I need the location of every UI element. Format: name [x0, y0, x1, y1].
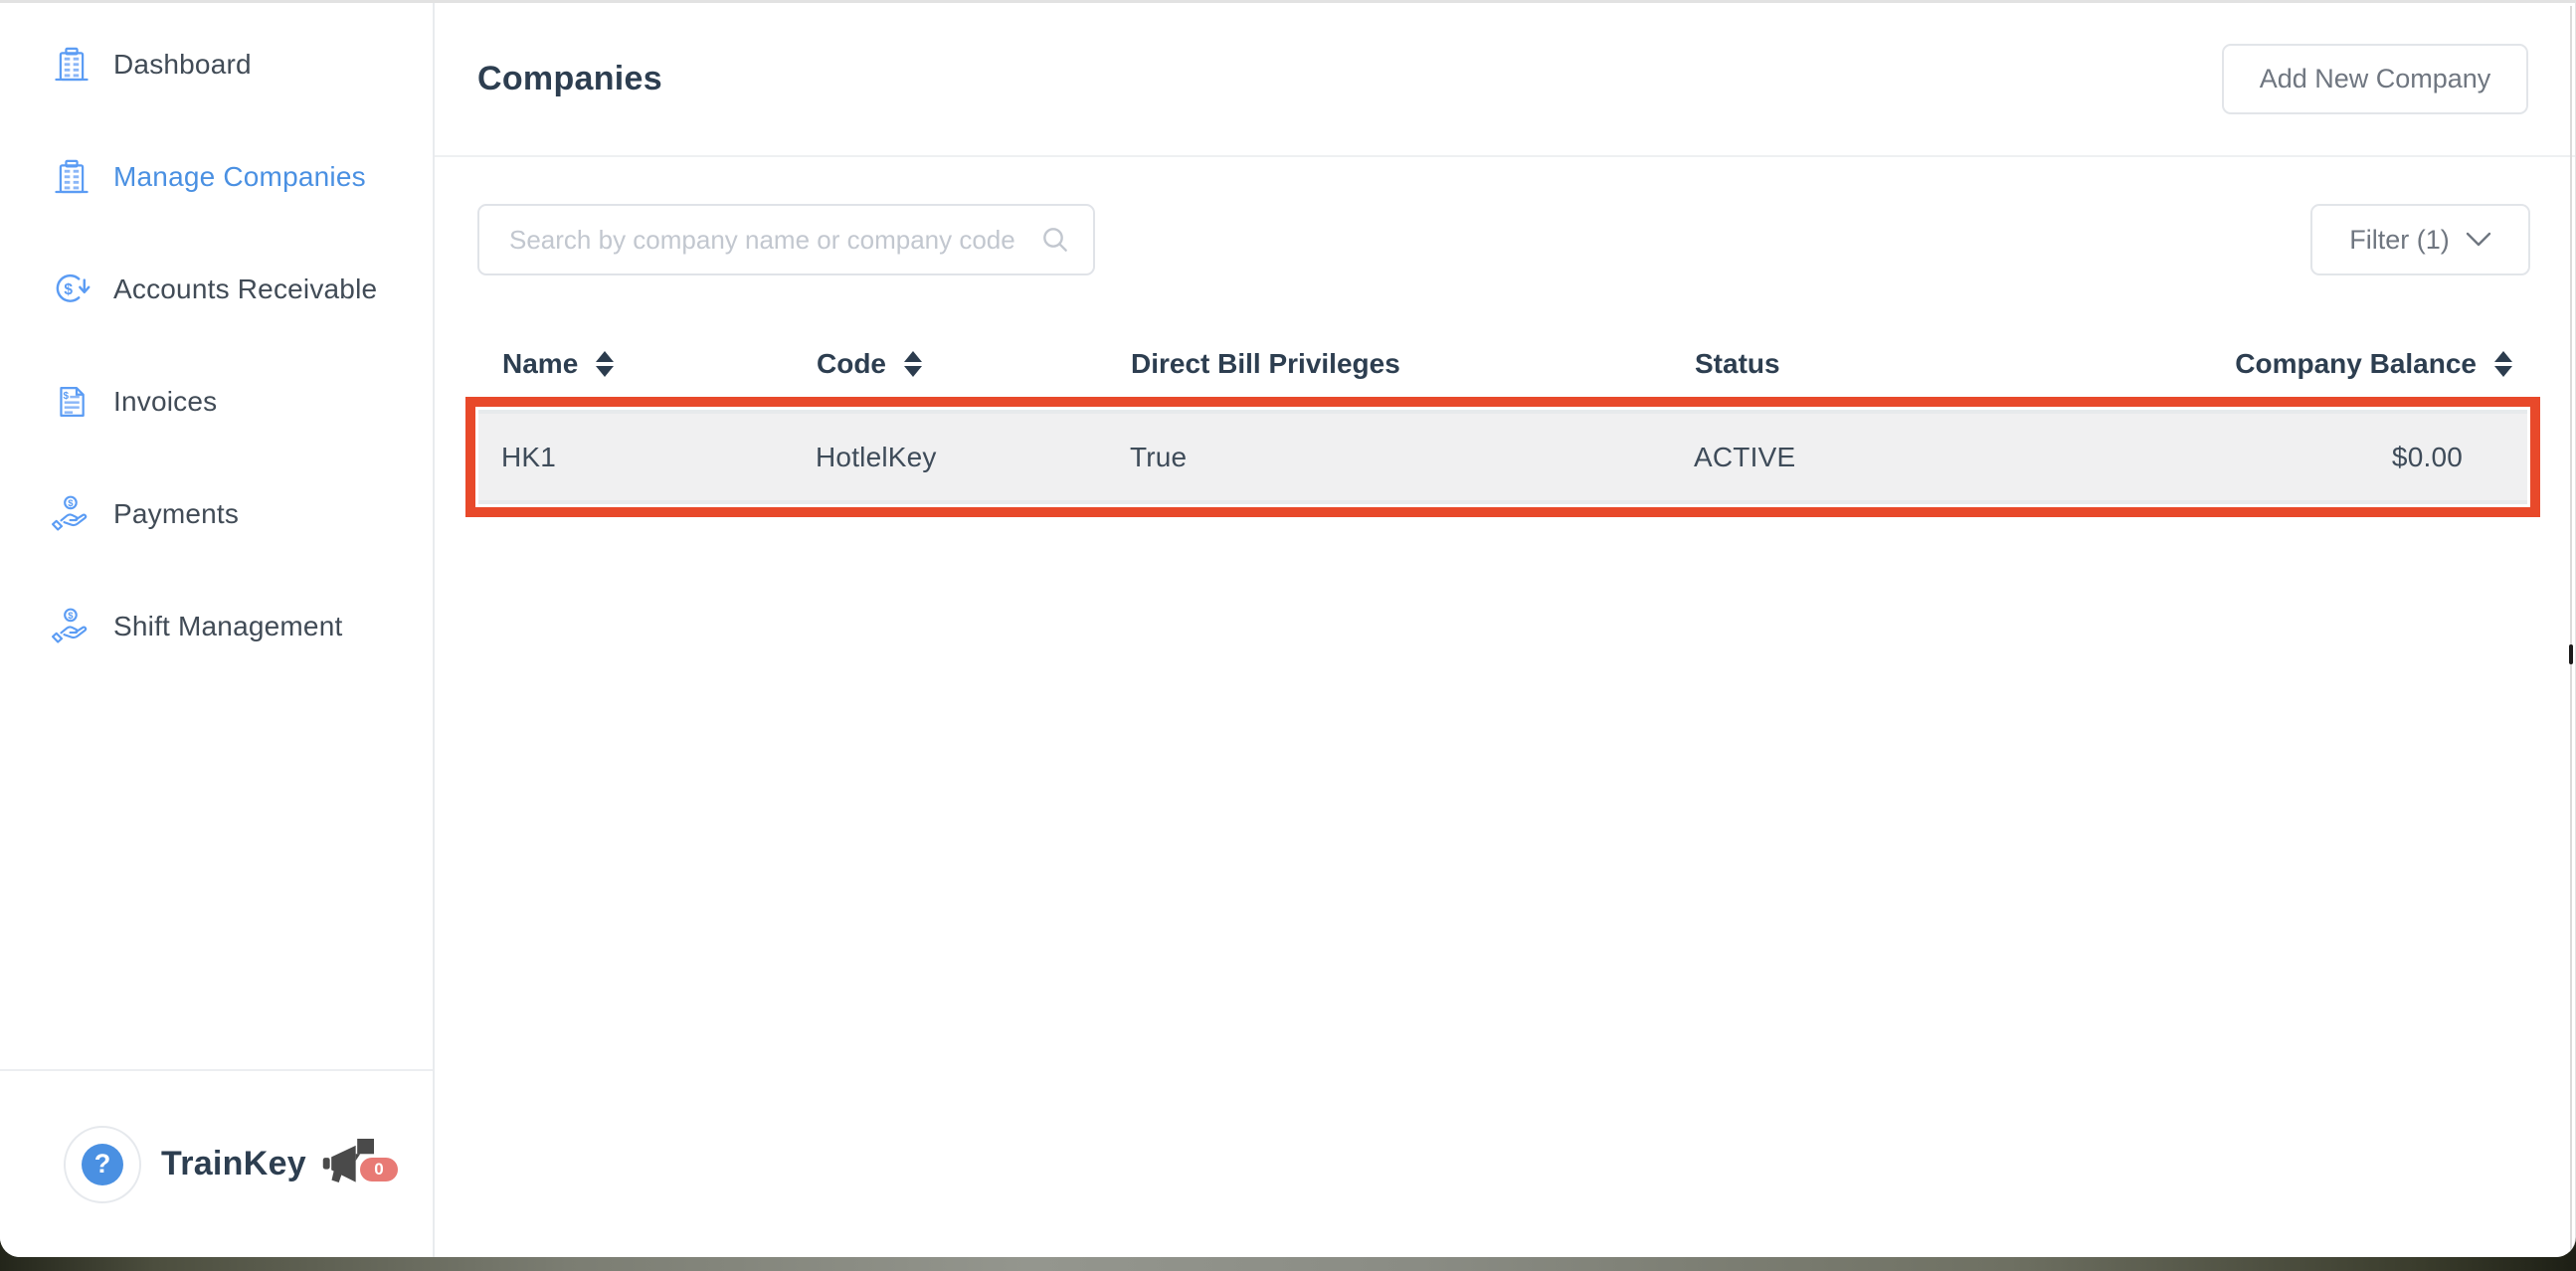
- hand-coin-icon: $: [52, 607, 92, 646]
- sidebar-item-label: Shift Management: [113, 611, 342, 642]
- table-header-row: Name Code Direct Bill Privileges Status …: [435, 339, 2576, 389]
- svg-text:$: $: [64, 281, 73, 298]
- dollar-circle-arrow-icon: $: [52, 270, 92, 309]
- sidebar-item-label: Accounts Receivable: [113, 273, 377, 305]
- notification-badge: 0: [360, 1158, 398, 1181]
- column-header-name[interactable]: Name: [502, 348, 817, 380]
- scrollbar-thumb[interactable]: [2569, 644, 2573, 664]
- sidebar-item-label: Payments: [113, 498, 239, 530]
- page-title: Companies: [477, 60, 662, 98]
- cell-code: HotlelKey: [816, 442, 1130, 473]
- column-header-direct-bill-privileges: Direct Bill Privileges: [1131, 348, 1695, 380]
- search-box: [477, 204, 1095, 275]
- sidebar-item-label: Invoices: [113, 386, 217, 418]
- cell-name: HK1: [501, 442, 816, 473]
- brand-trainkey: TrainKey: [161, 1145, 306, 1183]
- add-new-company-button[interactable]: Add New Company: [2222, 44, 2528, 114]
- help-button[interactable]: ?: [64, 1126, 141, 1203]
- svg-text:$: $: [63, 391, 69, 402]
- building-icon: [52, 157, 92, 197]
- chevron-down-icon: [2466, 232, 2491, 248]
- column-header-code[interactable]: Code: [817, 348, 1131, 380]
- sidebar-item-manage-companies[interactable]: Manage Companies: [52, 143, 433, 211]
- sidebar-item-shift-management[interactable]: $ Shift Management: [52, 593, 433, 660]
- search-input[interactable]: [477, 204, 1095, 275]
- toolbar: Filter (1): [435, 204, 2576, 275]
- sidebar-item-payments[interactable]: $ Payments: [52, 480, 433, 548]
- sidebar-item-label: Dashboard: [113, 49, 252, 81]
- sidebar-footer: ? TrainKey 0: [0, 1069, 433, 1257]
- cell-company-balance: $0.00: [2232, 442, 2463, 473]
- table-row[interactable]: HK1 HotlelKey True ACTIVE $0.00: [478, 410, 2527, 504]
- sidebar-item-dashboard[interactable]: Dashboard: [52, 31, 433, 98]
- highlight-annotation-box: HK1 HotlelKey True ACTIVE $0.00: [465, 397, 2540, 517]
- column-header-status: Status: [1695, 348, 2233, 380]
- sidebar-item-invoices[interactable]: $ Invoices: [52, 368, 433, 436]
- sort-icon[interactable]: [596, 351, 614, 377]
- sidebar-item-label: Manage Companies: [113, 161, 366, 193]
- sidebar-item-accounts-receivable[interactable]: $ Accounts Receivable: [52, 256, 433, 323]
- column-header-company-balance[interactable]: Company Balance: [2233, 348, 2512, 380]
- main-content: Companies Add New Company Filter (1) Nam…: [435, 3, 2576, 1257]
- app-window: Dashboard Manage Companies $: [0, 0, 2576, 1257]
- scrollbar-track[interactable]: [2570, 6, 2572, 1257]
- filter-button[interactable]: Filter (1): [2310, 204, 2530, 275]
- filter-label: Filter (1): [2349, 225, 2450, 256]
- cell-direct-bill-privileges: True: [1130, 442, 1694, 473]
- announcements-button[interactable]: 0: [320, 1139, 398, 1190]
- svg-text:$: $: [68, 498, 74, 509]
- building-icon: [52, 45, 92, 85]
- page-header: Companies Add New Company: [435, 3, 2576, 157]
- invoice-document-icon: $: [52, 382, 92, 422]
- sort-icon[interactable]: [2494, 351, 2512, 377]
- question-mark-icon: ?: [82, 1144, 123, 1185]
- search-icon: [1039, 224, 1071, 256]
- sidebar: Dashboard Manage Companies $: [0, 3, 435, 1257]
- cell-status: ACTIVE: [1694, 442, 2232, 473]
- svg-text:$: $: [68, 611, 74, 622]
- sort-icon[interactable]: [904, 351, 922, 377]
- hand-coin-icon: $: [52, 494, 92, 534]
